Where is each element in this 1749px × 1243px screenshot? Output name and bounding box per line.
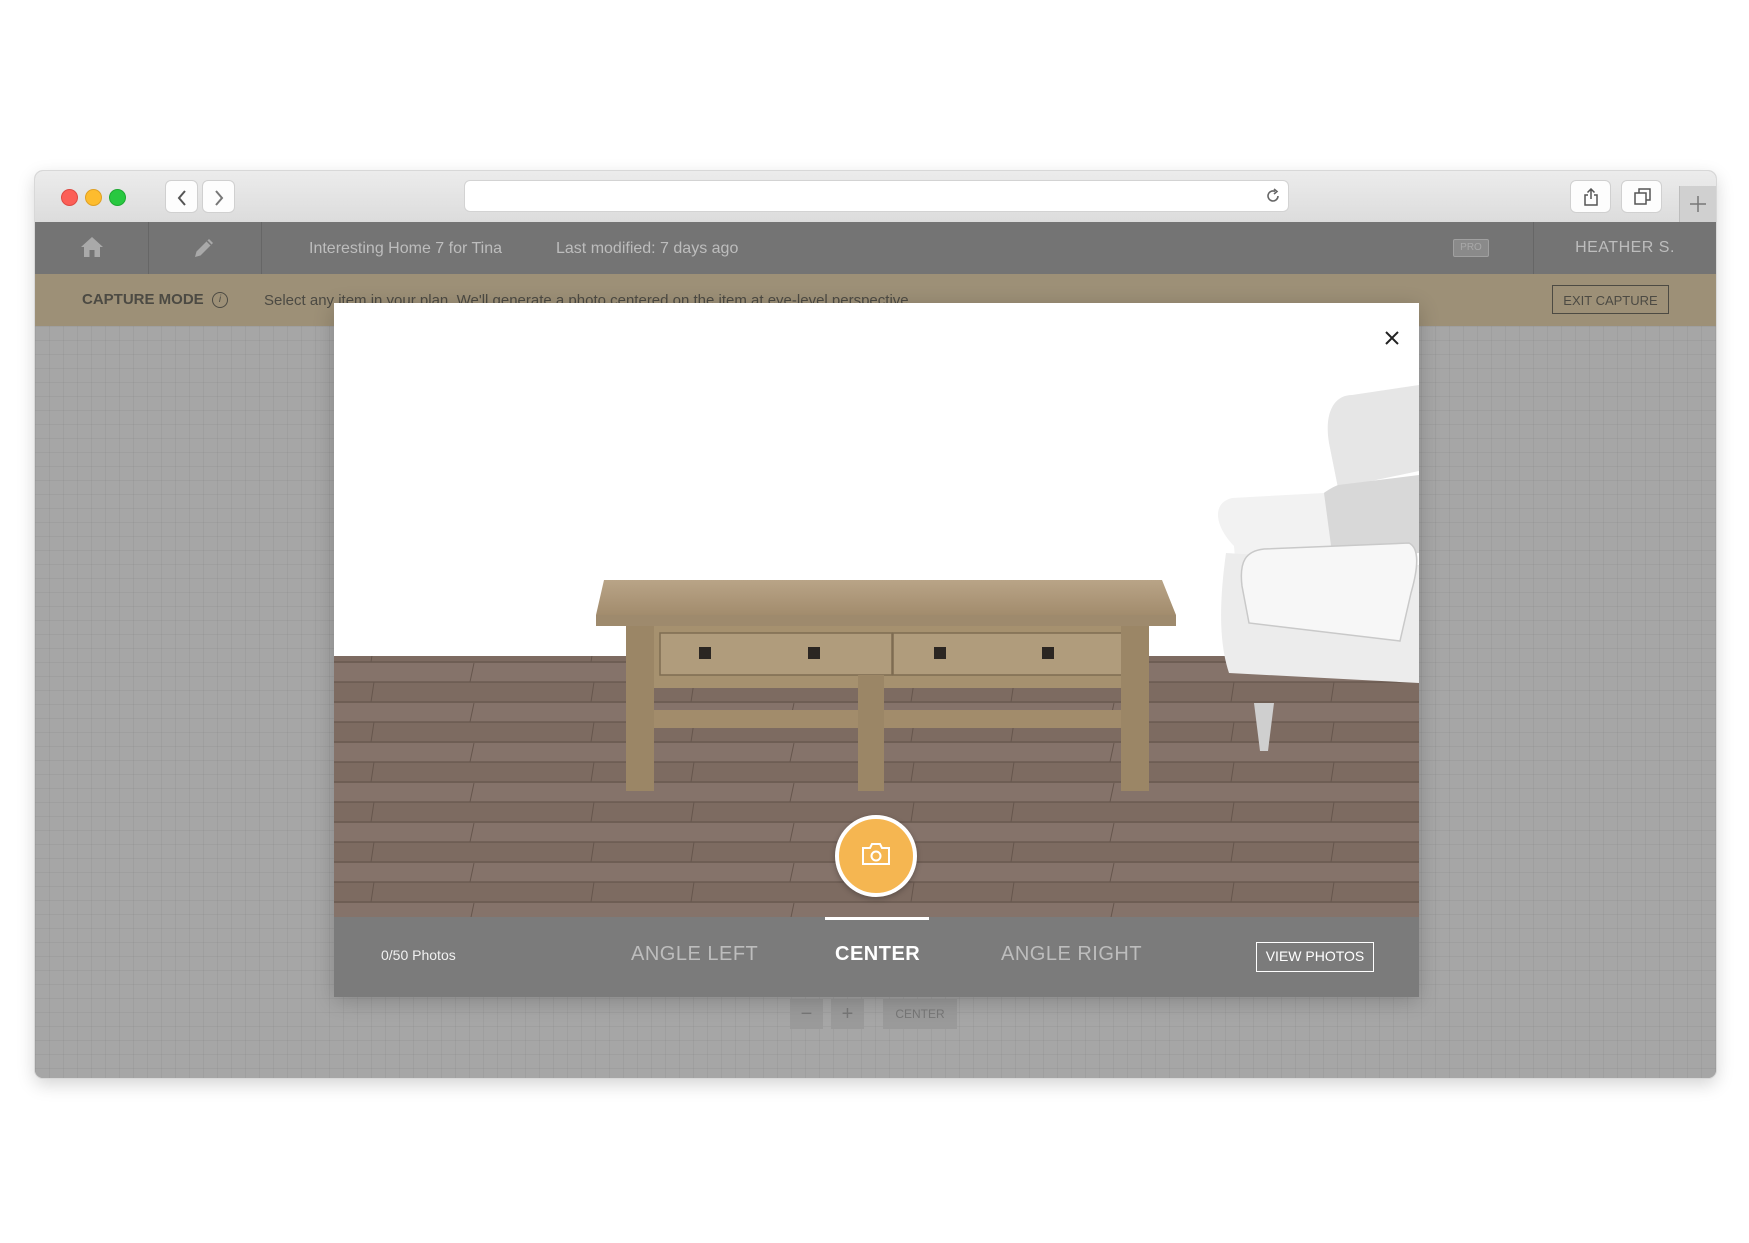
chevron-left-icon	[177, 190, 186, 206]
project-name[interactable]: Interesting Home 7 for Tina	[309, 240, 502, 258]
plus-icon	[1690, 196, 1706, 212]
zoom-in-button[interactable]: +	[831, 999, 864, 1029]
tab-center[interactable]: CENTER	[835, 943, 920, 966]
user-menu[interactable]: HEATHER S.	[1533, 222, 1716, 274]
zoom-window-button[interactable]	[109, 189, 126, 206]
minimize-window-button[interactable]	[85, 189, 102, 206]
photo-count: 0/50 Photos	[381, 947, 456, 963]
tab-angle-right[interactable]: ANGLE RIGHT	[1001, 943, 1142, 966]
close-modal-button[interactable]	[1373, 323, 1395, 345]
view-photos-button[interactable]: VIEW PHOTOS	[1256, 942, 1374, 972]
tab-angle-left[interactable]: ANGLE LEFT	[631, 943, 758, 966]
last-modified-text: Last modified: 7 days ago	[556, 240, 739, 257]
back-button[interactable]	[165, 180, 198, 213]
exit-capture-button[interactable]: EXIT CAPTURE	[1552, 285, 1669, 314]
center-view-button[interactable]: CENTER	[883, 999, 957, 1029]
pencil-icon	[195, 239, 213, 257]
home-icon	[81, 237, 103, 257]
tabs-icon	[1634, 188, 1651, 205]
capture-controls-bar: 0/50 Photos ANGLE LEFT CENTER ANGLE RIGH…	[334, 917, 1419, 997]
app-header: Interesting Home 7 for Tina Last modifie…	[35, 222, 1716, 274]
share-button[interactable]	[1570, 180, 1611, 213]
capture-mode-label: CAPTURE MODE	[82, 291, 204, 308]
forward-button[interactable]	[202, 180, 235, 213]
browser-toolbar	[35, 171, 1716, 223]
chevron-right-icon	[215, 190, 224, 206]
tabs-overview-button[interactable]	[1621, 180, 1662, 213]
photo-capture-modal: 0/50 Photos ANGLE LEFT CENTER ANGLE RIGH…	[334, 303, 1419, 997]
zoom-out-button[interactable]: −	[790, 999, 823, 1029]
active-tab-indicator	[825, 917, 929, 920]
address-bar[interactable]	[464, 180, 1289, 212]
close-window-button[interactable]	[61, 189, 78, 206]
capture-photo-button[interactable]	[835, 815, 917, 897]
home-button[interactable]	[35, 222, 149, 274]
pro-badge: PRO	[1453, 239, 1489, 257]
camera-icon	[862, 843, 890, 865]
new-tab-button[interactable]	[1679, 186, 1716, 222]
reload-icon[interactable]	[1264, 187, 1282, 205]
share-icon	[1584, 188, 1598, 206]
info-icon[interactable]: i	[212, 292, 228, 308]
edit-button[interactable]	[148, 222, 262, 274]
